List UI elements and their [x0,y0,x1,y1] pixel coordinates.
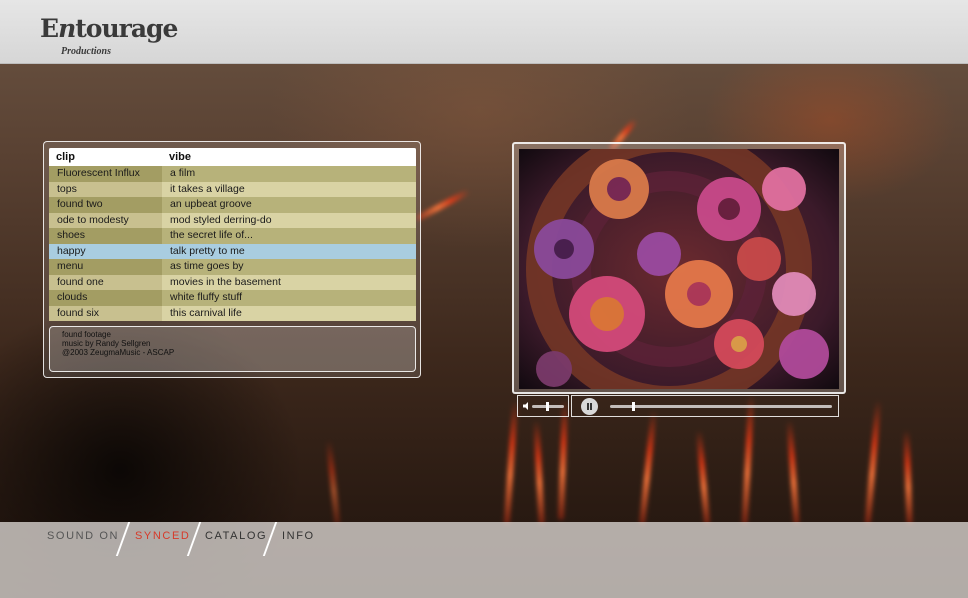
vibe-cell: as time goes by [162,259,416,275]
credit-line: @2003 ZeugmaMusic - ASCAP [62,348,175,357]
playlist-table: clip vibe Fluorescent Influx a film tops i… [49,148,416,321]
vibe-cell: movies in the basement [162,274,416,290]
progress-slider-thumb[interactable] [632,402,636,411]
playback-controls [571,395,839,417]
nav-catalog[interactable]: CATALOG [205,530,267,542]
vibe-cell: an upbeat groove [162,197,416,213]
vibe-cell: the secret life of... [162,228,416,244]
table-row[interactable]: found one movies in the basement [49,274,416,290]
video-frame-image [519,149,839,389]
video-display[interactable] [519,149,839,389]
volume-slider-thumb[interactable] [546,402,550,411]
playlist-panel: clip vibe Fluorescent Influx a film tops i… [43,141,421,378]
table-row[interactable]: menu as time goes by [49,259,416,275]
volume-control [517,395,569,417]
vibe-cell: mod styled derring-do [162,212,416,228]
clip-cell: shoes [49,228,162,244]
header-band: Entourage Productions [0,0,968,64]
credits-box: found footage music by Randy Sellgren @2… [49,326,416,372]
speaker-icon[interactable] [523,402,531,410]
nav-synced[interactable]: SYNCED [135,530,190,542]
vibe-cell: a film [162,166,416,182]
clip-cell: found one [49,274,162,290]
table-row[interactable]: clouds white fluffy stuff [49,290,416,306]
clip-cell: ode to modesty [49,212,162,228]
vibe-cell: white fluffy stuff [162,290,416,306]
table-row[interactable]: ode to modesty mod styled derring-do [49,212,416,228]
vibe-cell: this carnival life [162,305,416,321]
clip-cell: tops [49,181,162,197]
credit-line: music by Randy Sellgren [62,339,151,348]
table-row-selected[interactable]: happy talk pretty to me [49,243,416,259]
nav-info[interactable]: INFO [282,530,315,542]
clip-cell: happy [49,243,162,259]
progress-track[interactable] [610,405,832,408]
vibe-cell: it takes a village [162,181,416,197]
nav-sound-on[interactable]: SOUND ON [47,530,119,542]
table-header: clip vibe [49,148,416,166]
column-header-vibe: vibe [169,151,192,163]
brand-logo[interactable]: Entourage Productions [40,14,178,57]
clip-cell: Fluorescent Influx [49,166,162,182]
column-header-clip: clip [56,151,75,163]
clip-cell: found six [49,305,162,321]
table-row[interactable]: found two an upbeat groove [49,197,416,213]
clip-cell: found two [49,197,162,213]
clip-cell: clouds [49,290,162,306]
table-row[interactable]: tops it takes a village [49,181,416,197]
brand-subtitle: Productions [61,46,112,57]
brand-title: Entourage [40,14,178,43]
table-row[interactable]: shoes the secret life of... [49,228,416,244]
table-row[interactable]: Fluorescent Influx a film [49,166,416,182]
pause-icon[interactable] [581,398,598,415]
video-player [512,142,846,394]
vibe-cell: talk pretty to me [162,243,416,259]
credit-line: found footage [62,330,111,339]
table-row[interactable]: found six this carnival life [49,305,416,321]
clip-cell: menu [49,259,162,275]
